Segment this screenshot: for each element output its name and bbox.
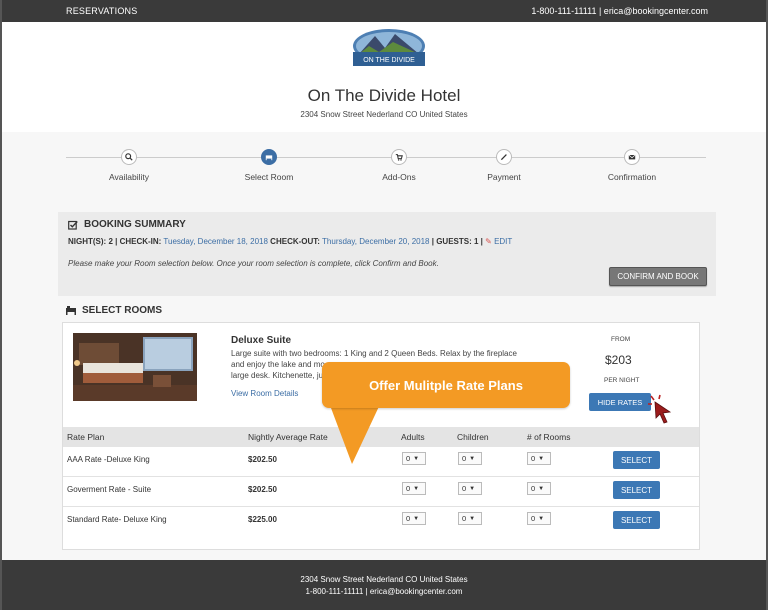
table-row: Standard Rate- Deluxe King $225.00 0 ▼ 0 ▼… bbox=[63, 507, 699, 537]
pencil-icon bbox=[496, 149, 512, 165]
dropdown-arrow-icon: ▼ bbox=[413, 515, 420, 522]
step-label: Availability bbox=[108, 172, 149, 182]
rooms-select[interactable]: 0 ▼ bbox=[527, 482, 551, 495]
booking-summary-heading: BOOKING SUMMARY bbox=[84, 219, 186, 230]
callout-annotation: Offer Mulitple Rate Plans bbox=[322, 362, 570, 408]
children-select[interactable]: 0 ▼ bbox=[458, 512, 482, 525]
top-contact: 1-800-111-11111 | erica@bookingcenter.co… bbox=[531, 6, 708, 16]
step-label: Select Room bbox=[244, 172, 294, 182]
rate-value: $202.50 bbox=[248, 485, 277, 494]
room-name: Deluxe Suite bbox=[231, 335, 292, 346]
edit-pencil-icon[interactable]: ✎ bbox=[485, 237, 492, 246]
step-availability[interactable]: Availability bbox=[84, 149, 174, 182]
dropdown-arrow-icon: ▼ bbox=[538, 515, 545, 522]
room-photo[interactable] bbox=[73, 333, 197, 401]
step-payment[interactable]: Payment bbox=[459, 149, 549, 182]
from-label: FROM bbox=[611, 336, 631, 343]
step-label: Add-Ons bbox=[382, 172, 416, 182]
rooms-select[interactable]: 0 ▼ bbox=[527, 512, 551, 525]
bed-icon bbox=[261, 149, 277, 165]
dropdown-arrow-icon: ▼ bbox=[538, 455, 545, 462]
column-rate-plan: Rate Plan bbox=[67, 432, 105, 442]
per-night-label: PER NIGHT bbox=[604, 377, 640, 384]
click-cursor-icon bbox=[648, 394, 672, 424]
confirm-and-book-button[interactable]: CONFIRM AND BOOK bbox=[609, 267, 707, 286]
step-add-ons[interactable]: Add-Ons bbox=[354, 149, 444, 182]
logo-text: ON THE DIVIDE bbox=[363, 57, 415, 64]
hotel-address: 2304 Snow Street Nederland CO United Sta… bbox=[300, 110, 468, 119]
children-select[interactable]: 0 ▼ bbox=[458, 452, 482, 465]
footer-contact: 1-800-111-11111 | erica@bookingcenter.co… bbox=[305, 587, 463, 596]
reservations-link[interactable]: RESERVATIONS bbox=[66, 6, 137, 16]
rate-plan-name: AAA Rate -Deluxe King bbox=[67, 455, 150, 464]
booking-details: NIGHT(S): 2 | CHECK-IN: Tuesday, Decembe… bbox=[68, 237, 512, 246]
edit-link[interactable]: EDIT bbox=[494, 237, 512, 246]
envelope-icon bbox=[624, 149, 640, 165]
dropdown-arrow-icon: ▼ bbox=[413, 485, 420, 492]
hotel-header: ON THE DIVIDE On The Divide Hotel 2304 S… bbox=[2, 22, 766, 132]
hotel-logo: ON THE DIVIDE bbox=[353, 29, 425, 66]
adults-select[interactable]: 0 ▼ bbox=[402, 512, 426, 525]
footer-address: 2304 Snow Street Nederland CO United Sta… bbox=[300, 575, 468, 584]
room-price: $203 bbox=[605, 353, 632, 367]
children-select[interactable]: 0 ▼ bbox=[458, 482, 482, 495]
main-content: Availability Select Room Add-Ons Payment bbox=[2, 132, 766, 560]
room-description-line: Large suite with two bedrooms: 1 King an… bbox=[231, 349, 517, 358]
select-rooms-title: SELECT ROOMS bbox=[66, 305, 162, 316]
step-label: Confirmation bbox=[607, 172, 657, 182]
checkin-date: Tuesday, December 18, 2018 bbox=[163, 237, 268, 246]
checkout-date: Thursday, December 20, 2018 bbox=[322, 237, 430, 246]
column-nightly-rate: Nightly Average Rate bbox=[248, 432, 328, 442]
step-confirmation[interactable]: Confirmation bbox=[587, 149, 677, 182]
guests-label: | GUESTS: 1 | bbox=[431, 237, 483, 246]
step-select-room[interactable]: Select Room bbox=[224, 149, 314, 182]
adults-select[interactable]: 0 ▼ bbox=[402, 482, 426, 495]
select-rate-button[interactable]: SELECT bbox=[613, 451, 660, 469]
dropdown-arrow-icon: ▼ bbox=[538, 485, 545, 492]
column-rooms: # of Rooms bbox=[527, 432, 571, 442]
rooms-select[interactable]: 0 ▼ bbox=[527, 452, 551, 465]
top-bar: RESERVATIONS 1-800-111-11111 | erica@boo… bbox=[2, 0, 766, 22]
booking-summary-title: BOOKING SUMMARY bbox=[68, 219, 186, 230]
rate-value: $225.00 bbox=[248, 515, 277, 524]
page-frame: RESERVATIONS 1-800-111-11111 | erica@boo… bbox=[2, 0, 766, 610]
dropdown-arrow-icon: ▼ bbox=[469, 515, 476, 522]
rate-plan-name: Standard Rate- Deluxe King bbox=[67, 515, 167, 524]
callout-pointer bbox=[328, 400, 382, 464]
dropdown-arrow-icon: ▼ bbox=[469, 455, 476, 462]
table-row: Goverment Rate - Suite $202.50 0 ▼ 0 ▼ 0 ▼ … bbox=[63, 477, 699, 507]
view-room-details-link[interactable]: View Room Details bbox=[231, 389, 298, 398]
checkbox-icon bbox=[68, 220, 78, 230]
page-footer: 2304 Snow Street Nederland CO United Sta… bbox=[2, 560, 766, 610]
rate-value: $202.50 bbox=[248, 455, 277, 464]
select-rooms-heading: SELECT ROOMS bbox=[82, 305, 163, 316]
selection-instructions: Please make your Room selection below. O… bbox=[68, 259, 439, 268]
select-rate-button[interactable]: SELECT bbox=[613, 511, 660, 529]
step-label: Payment bbox=[487, 172, 521, 182]
hotel-name: On The Divide Hotel bbox=[307, 86, 461, 105]
cart-icon bbox=[391, 149, 407, 165]
nights-checkin-label: NIGHT(S): 2 | CHECK-IN: bbox=[68, 237, 162, 246]
checkout-label: CHECK-OUT: bbox=[270, 237, 320, 246]
column-children: Children bbox=[457, 432, 489, 442]
bed-icon bbox=[66, 306, 76, 315]
search-icon bbox=[121, 149, 137, 165]
hide-rates-button[interactable]: HIDE RATES bbox=[589, 393, 651, 411]
booking-summary: BOOKING SUMMARY NIGHT(S): 2 | CHECK-IN: … bbox=[58, 212, 716, 296]
dropdown-arrow-icon: ▼ bbox=[469, 485, 476, 492]
rate-plan-name: Goverment Rate - Suite bbox=[67, 485, 152, 494]
select-rate-button[interactable]: SELECT bbox=[613, 481, 660, 499]
